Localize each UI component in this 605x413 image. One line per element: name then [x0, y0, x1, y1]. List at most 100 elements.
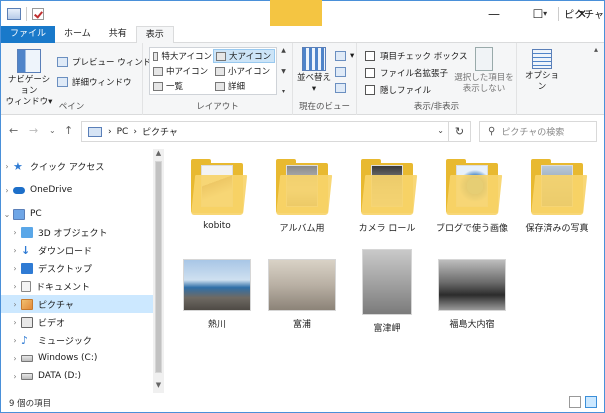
expand-chevron-icon[interactable]: › [9, 228, 21, 237]
item-checkbox-check[interactable] [365, 51, 375, 61]
tab-share[interactable]: 共有 [100, 26, 136, 43]
layout-details[interactable]: 詳細 [213, 79, 275, 93]
pane-group: ナビゲーション ウィンドウ▾ プレビュー ウィンドウ 詳細ウィンドウ ペイン [1, 43, 160, 115]
large-icons-view-icon[interactable] [585, 396, 597, 408]
tab-file[interactable]: ファイル [1, 26, 56, 43]
current-view-group: 並べ替え ▾ ▾ 現在のビュー [293, 43, 357, 115]
breadcrumb-pictures[interactable]: ピクチャ [142, 125, 178, 138]
hidden-files-label: 隠しファイル [380, 86, 432, 96]
layout-extra-large-icons[interactable]: 特大アイコン [151, 49, 212, 63]
nav-item-videos[interactable]: › ビデオ [1, 313, 153, 331]
nav-item-pc[interactable]: ⌄ PC [1, 205, 153, 223]
layout-large-icons[interactable]: 大アイコン [213, 49, 275, 63]
image-item[interactable]: 熱川 [174, 259, 260, 330]
folder-item[interactable]: ブログで使う画像 [429, 157, 515, 234]
image-label: 熱川 [207, 320, 226, 330]
breadcrumb-separator-2[interactable]: › [133, 127, 137, 137]
add-columns-button[interactable] [335, 65, 350, 79]
large-icons-icon [216, 51, 226, 61]
layout-small-icons[interactable]: 小アイコン [213, 64, 275, 78]
document-icon [21, 280, 31, 292]
close-button[interactable]: ✕ [560, 1, 604, 26]
nav-item-label: ダウンロード [38, 246, 93, 257]
scroll-up-icon[interactable]: ▲ [153, 149, 164, 161]
nav-item-music[interactable]: › ♪ ミュージック [1, 331, 153, 349]
navigation-pane: › ★ クイック アクセス › OneDrive ⌄ PC › 3D オブジェク… [1, 149, 164, 393]
nav-item-onedrive[interactable]: › OneDrive [1, 181, 153, 199]
file-list: kobito アルバム用 カメラ ロール ブログで使う画像 保存済みの写真 熱川… [164, 149, 604, 393]
sort-button[interactable]: 並べ替え ▾ [297, 47, 331, 95]
address-history-icon[interactable]: ⌄ [437, 126, 444, 135]
expand-chevron-icon[interactable]: › [1, 162, 13, 171]
nav-pane-scrollbar[interactable]: ▲ ▼ [153, 149, 164, 393]
nav-item-quick-access[interactable]: › ★ クイック アクセス [1, 157, 153, 175]
expand-chevron-icon[interactable]: › [9, 300, 21, 309]
details-pane-button[interactable]: 詳細ウィンドウ [57, 75, 132, 89]
window-controls: — ☐ ✕ [472, 1, 604, 26]
file-extension-toggle[interactable]: ファイル名拡張子 [365, 66, 448, 80]
folder-item[interactable]: アルバム用 [259, 157, 345, 234]
image-item[interactable]: 福島大内宿 [429, 259, 515, 330]
expand-chevron-icon[interactable]: › [9, 246, 21, 255]
nav-item-label: ミュージック [38, 336, 92, 347]
nav-item-windows-c[interactable]: › Windows (C:) [1, 349, 153, 367]
collapse-chevron-icon[interactable]: ⌄ [1, 210, 13, 219]
scrollbar-thumb[interactable] [155, 161, 162, 373]
minimize-button[interactable]: — [472, 1, 516, 26]
recent-locations-icon[interactable]: ⌄ [49, 126, 56, 135]
up-arrow-icon[interactable]: ↑ [64, 124, 73, 137]
ribbon-collapse-icon[interactable]: ▴ [594, 45, 598, 54]
nav-item-desktop[interactable]: › デスクトップ [1, 259, 153, 277]
nav-item-downloads[interactable]: › ↓ ダウンロード [1, 241, 153, 259]
nav-item-pictures[interactable]: › ピクチャ [1, 295, 153, 313]
tab-home[interactable]: ホーム [55, 26, 100, 43]
expand-chevron-icon[interactable]: › [9, 282, 21, 291]
folder-item[interactable]: 保存済みの写真 [514, 157, 600, 234]
options-button[interactable]: オプション [521, 49, 563, 93]
tab-view[interactable]: 表示 [135, 26, 174, 44]
folder-label: アルバム用 [279, 224, 325, 234]
nav-item-label: ドキュメント [36, 282, 91, 293]
extra-large-icons-label: 特大アイコン [161, 52, 212, 62]
breadcrumb-separator[interactable]: › [108, 127, 112, 137]
details-view-icon[interactable] [569, 396, 581, 408]
refresh-icon[interactable]: ↻ [448, 122, 470, 141]
scroll-down-icon[interactable]: ▼ [153, 381, 164, 393]
layout-list[interactable]: 一覧 [151, 79, 212, 93]
hidden-files-check[interactable] [365, 85, 375, 95]
hidden-files-toggle[interactable]: 隠しファイル [365, 83, 431, 97]
properties-check-icon[interactable] [32, 7, 44, 20]
pc-icon [13, 208, 25, 220]
image-item[interactable]: 富浦 [259, 259, 345, 330]
gallery-down-icon[interactable]: ▼ [281, 68, 286, 75]
folder-item[interactable]: kobito [174, 157, 260, 231]
search-box[interactable]: ⚲ ピクチャの検索 [479, 121, 597, 142]
folder-item[interactable]: カメラ ロール [344, 157, 430, 234]
file-extension-check[interactable] [365, 68, 375, 78]
expand-chevron-icon[interactable]: › [1, 186, 13, 195]
breadcrumb-pc[interactable]: PC [117, 127, 129, 137]
forward-arrow-icon[interactable]: → [29, 124, 38, 137]
layout-gallery-scroller[interactable]: ▲ ▼ ▾ [279, 47, 288, 95]
expand-chevron-icon[interactable]: › [9, 336, 21, 345]
size-columns-button[interactable] [335, 81, 350, 95]
address-bar[interactable]: › PC › ピクチャ ⌄ ↻ [81, 121, 471, 142]
gallery-up-icon[interactable]: ▲ [281, 47, 286, 54]
expand-chevron-icon[interactable]: › [9, 264, 21, 273]
group-by-button[interactable]: ▾ [335, 49, 354, 63]
gallery-more-icon[interactable]: ▾ [282, 88, 285, 95]
expand-chevron-icon[interactable]: › [9, 354, 21, 363]
nav-item-data-d[interactable]: › DATA (D:) [1, 367, 153, 385]
search-placeholder: ピクチャの検索 [501, 128, 565, 138]
expand-chevron-icon[interactable]: › [9, 372, 21, 381]
layout-medium-icons[interactable]: 中アイコン [151, 64, 212, 78]
list-label: 一覧 [166, 82, 184, 92]
large-icons-label: 大アイコン [229, 52, 272, 62]
back-arrow-icon[interactable]: ← [9, 124, 18, 137]
maximize-button[interactable]: ☐ [516, 1, 560, 26]
image-item[interactable]: 富津岬 [344, 249, 430, 334]
nav-item-3d-objects[interactable]: › 3D オブジェクト [1, 223, 153, 241]
expand-chevron-icon[interactable]: › [9, 318, 21, 327]
hide-selected-button[interactable]: 選択した項目を 表示しない [453, 47, 515, 95]
nav-item-documents[interactable]: › ドキュメント [1, 277, 153, 295]
